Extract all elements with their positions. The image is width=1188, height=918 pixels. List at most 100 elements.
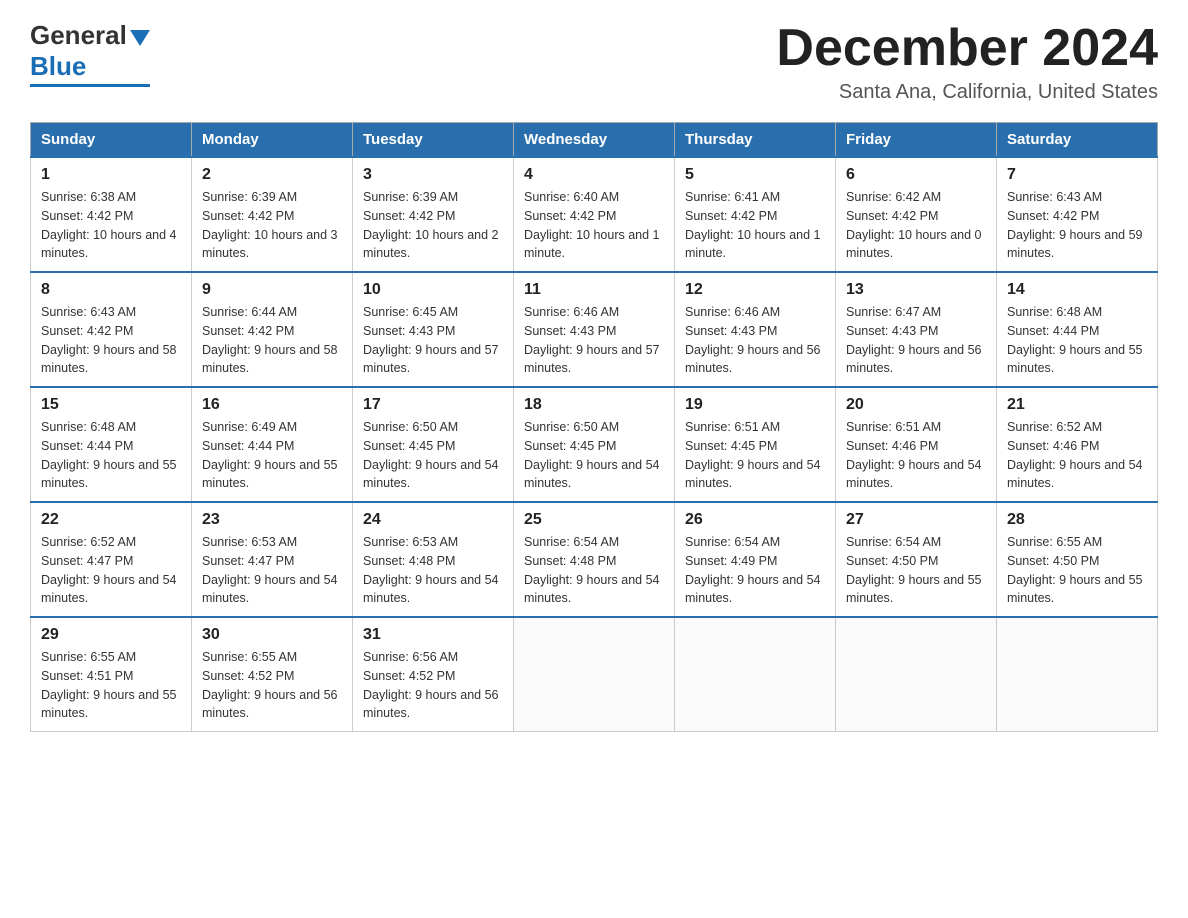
logo-general-text: General <box>30 20 127 51</box>
week-row-4: 22 Sunrise: 6:52 AMSunset: 4:47 PMDayligh… <box>31 502 1158 617</box>
calendar-cell <box>514 617 675 732</box>
day-number: 20 <box>846 396 986 414</box>
day-info: Sunrise: 6:38 AMSunset: 4:42 PMDaylight:… <box>41 188 181 263</box>
header-tuesday: Tuesday <box>353 123 514 158</box>
calendar-cell: 16Sunrise: 6:49 AMSunset: 4:44 PMDayligh… <box>192 387 353 502</box>
day-info: Sunrise: 6:53 AMSunset: 4:48 PMDaylight:… <box>363 533 503 608</box>
day-number: 14 <box>1007 281 1147 299</box>
header-sunday: Sunday <box>31 123 192 158</box>
day-number: 19 <box>685 396 825 414</box>
logo: General Blue <box>30 20 150 87</box>
calendar-cell: 26 Sunrise: 6:54 AMSunset: 4:49 PMDayligh… <box>675 502 836 617</box>
header-wednesday: Wednesday <box>514 123 675 158</box>
calendar-cell <box>836 617 997 732</box>
day-info: Sunrise: 6:54 AMSunset: 4:49 PMDaylight:… <box>685 533 825 608</box>
calendar-cell: 29 Sunrise: 6:55 AMSunset: 4:51 PMDayligh… <box>31 617 192 732</box>
day-number: 30 <box>202 626 342 644</box>
header-friday: Friday <box>836 123 997 158</box>
day-number: 23 <box>202 511 342 529</box>
calendar-table: Sunday Monday Tuesday Wednesday Thursday… <box>30 122 1158 732</box>
calendar-cell: 13 Sunrise: 6:47 AMSunset: 4:43 PMDayligh… <box>836 272 997 387</box>
day-info: Sunrise: 6:47 AMSunset: 4:43 PMDaylight:… <box>846 303 986 378</box>
page-header: General Blue December 2024 Santa Ana, Ca… <box>30 20 1158 104</box>
day-info: Sunrise: 6:45 AMSunset: 4:43 PMDaylight:… <box>363 303 503 378</box>
day-info: Sunrise: 6:46 AMSunset: 4:43 PMDaylight:… <box>685 303 825 378</box>
calendar-cell: 24 Sunrise: 6:53 AMSunset: 4:48 PMDayligh… <box>353 502 514 617</box>
day-info: Sunrise: 6:54 AMSunset: 4:48 PMDaylight:… <box>524 533 664 608</box>
day-number: 17 <box>363 396 503 414</box>
week-row-1: 1Sunrise: 6:38 AMSunset: 4:42 PMDaylight… <box>31 157 1158 272</box>
calendar-cell: 6 Sunrise: 6:42 AMSunset: 4:42 PMDaylight… <box>836 157 997 272</box>
day-number: 26 <box>685 511 825 529</box>
location-subtitle: Santa Ana, California, United States <box>776 81 1158 104</box>
day-info: Sunrise: 6:50 AMSunset: 4:45 PMDaylight:… <box>363 418 503 493</box>
day-info: Sunrise: 6:53 AMSunset: 4:47 PMDaylight:… <box>202 533 342 608</box>
day-number: 4 <box>524 166 664 184</box>
calendar-cell: 5 Sunrise: 6:41 AMSunset: 4:42 PMDaylight… <box>675 157 836 272</box>
day-info: Sunrise: 6:43 AMSunset: 4:42 PMDaylight:… <box>41 303 181 378</box>
header-thursday: Thursday <box>675 123 836 158</box>
day-number: 29 <box>41 626 181 644</box>
calendar-cell: 11Sunrise: 6:46 AMSunset: 4:43 PMDayligh… <box>514 272 675 387</box>
calendar-cell: 17 Sunrise: 6:50 AMSunset: 4:45 PMDayligh… <box>353 387 514 502</box>
calendar-cell: 27 Sunrise: 6:54 AMSunset: 4:50 PMDayligh… <box>836 502 997 617</box>
day-number: 9 <box>202 281 342 299</box>
day-info: Sunrise: 6:41 AMSunset: 4:42 PMDaylight:… <box>685 188 825 263</box>
day-number: 24 <box>363 511 503 529</box>
calendar-cell <box>997 617 1158 732</box>
header-monday: Monday <box>192 123 353 158</box>
calendar-cell: 8 Sunrise: 6:43 AMSunset: 4:42 PMDaylight… <box>31 272 192 387</box>
day-info: Sunrise: 6:48 AMSunset: 4:44 PMDaylight:… <box>41 418 181 493</box>
week-row-2: 8 Sunrise: 6:43 AMSunset: 4:42 PMDaylight… <box>31 272 1158 387</box>
calendar-cell: 20 Sunrise: 6:51 AMSunset: 4:46 PMDayligh… <box>836 387 997 502</box>
day-info: Sunrise: 6:55 AMSunset: 4:51 PMDaylight:… <box>41 648 181 723</box>
week-row-5: 29 Sunrise: 6:55 AMSunset: 4:51 PMDayligh… <box>31 617 1158 732</box>
calendar-cell: 3Sunrise: 6:39 AMSunset: 4:42 PMDaylight… <box>353 157 514 272</box>
day-info: Sunrise: 6:42 AMSunset: 4:42 PMDaylight:… <box>846 188 986 263</box>
day-info: Sunrise: 6:52 AMSunset: 4:46 PMDaylight:… <box>1007 418 1147 493</box>
calendar-cell: 10Sunrise: 6:45 AMSunset: 4:43 PMDayligh… <box>353 272 514 387</box>
day-info: Sunrise: 6:39 AMSunset: 4:42 PMDaylight:… <box>363 188 503 263</box>
day-info: Sunrise: 6:55 AMSunset: 4:50 PMDaylight:… <box>1007 533 1147 608</box>
calendar-cell: 28Sunrise: 6:55 AMSunset: 4:50 PMDayligh… <box>997 502 1158 617</box>
day-number: 16 <box>202 396 342 414</box>
day-number: 22 <box>41 511 181 529</box>
calendar-cell: 18Sunrise: 6:50 AMSunset: 4:45 PMDayligh… <box>514 387 675 502</box>
day-info: Sunrise: 6:55 AMSunset: 4:52 PMDaylight:… <box>202 648 342 723</box>
day-number: 12 <box>685 281 825 299</box>
calendar-cell: 15 Sunrise: 6:48 AMSunset: 4:44 PMDayligh… <box>31 387 192 502</box>
calendar-cell: 21 Sunrise: 6:52 AMSunset: 4:46 PMDayligh… <box>997 387 1158 502</box>
logo-underline <box>30 84 150 87</box>
calendar-cell <box>675 617 836 732</box>
calendar-cell: 4Sunrise: 6:40 AMSunset: 4:42 PMDaylight… <box>514 157 675 272</box>
month-title: December 2024 <box>776 20 1158 77</box>
day-info: Sunrise: 6:48 AMSunset: 4:44 PMDaylight:… <box>1007 303 1147 378</box>
title-area: December 2024 Santa Ana, California, Uni… <box>776 20 1158 104</box>
day-info: Sunrise: 6:54 AMSunset: 4:50 PMDaylight:… <box>846 533 986 608</box>
calendar-cell: 14 Sunrise: 6:48 AMSunset: 4:44 PMDayligh… <box>997 272 1158 387</box>
day-info: Sunrise: 6:52 AMSunset: 4:47 PMDaylight:… <box>41 533 181 608</box>
calendar-cell: 12 Sunrise: 6:46 AMSunset: 4:43 PMDayligh… <box>675 272 836 387</box>
calendar-cell: 31Sunrise: 6:56 AMSunset: 4:52 PMDayligh… <box>353 617 514 732</box>
calendar-cell: 19 Sunrise: 6:51 AMSunset: 4:45 PMDayligh… <box>675 387 836 502</box>
day-number: 27 <box>846 511 986 529</box>
day-info: Sunrise: 6:51 AMSunset: 4:45 PMDaylight:… <box>685 418 825 493</box>
day-number: 8 <box>41 281 181 299</box>
day-info: Sunrise: 6:51 AMSunset: 4:46 PMDaylight:… <box>846 418 986 493</box>
day-number: 6 <box>846 166 986 184</box>
day-number: 2 <box>202 166 342 184</box>
day-number: 13 <box>846 281 986 299</box>
calendar-cell: 25 Sunrise: 6:54 AMSunset: 4:48 PMDayligh… <box>514 502 675 617</box>
calendar-cell: 1Sunrise: 6:38 AMSunset: 4:42 PMDaylight… <box>31 157 192 272</box>
day-number: 25 <box>524 511 664 529</box>
day-number: 21 <box>1007 396 1147 414</box>
day-info: Sunrise: 6:56 AMSunset: 4:52 PMDaylight:… <box>363 648 503 723</box>
day-number: 5 <box>685 166 825 184</box>
day-info: Sunrise: 6:39 AMSunset: 4:42 PMDaylight:… <box>202 188 342 263</box>
day-number: 11 <box>524 281 664 299</box>
day-number: 15 <box>41 396 181 414</box>
calendar-cell: 30 Sunrise: 6:55 AMSunset: 4:52 PMDayligh… <box>192 617 353 732</box>
calendar-cell: 7Sunrise: 6:43 AMSunset: 4:42 PMDaylight… <box>997 157 1158 272</box>
weekday-header-row: Sunday Monday Tuesday Wednesday Thursday… <box>31 123 1158 158</box>
week-row-3: 15 Sunrise: 6:48 AMSunset: 4:44 PMDayligh… <box>31 387 1158 502</box>
